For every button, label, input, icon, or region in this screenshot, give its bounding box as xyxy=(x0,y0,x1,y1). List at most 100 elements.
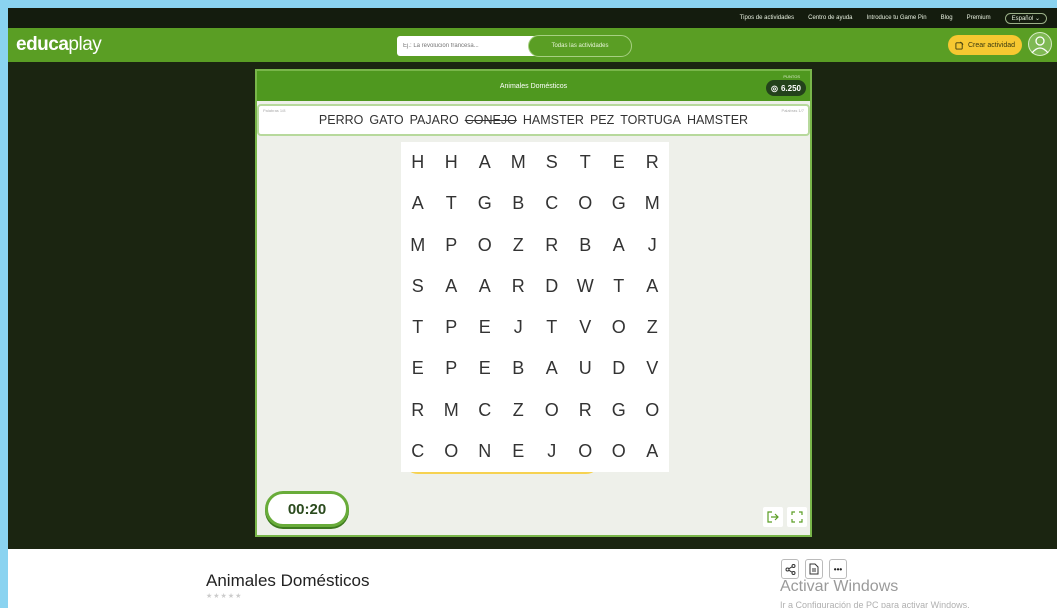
grid-cell[interactable]: H xyxy=(401,142,435,183)
grid-cell[interactable]: O xyxy=(535,390,569,431)
grid-cell[interactable]: M xyxy=(435,390,469,431)
grid-cell[interactable]: S xyxy=(401,266,435,307)
user-avatar[interactable] xyxy=(1028,32,1052,56)
grid-cell[interactable]: C xyxy=(401,431,435,472)
topbar-link-premium[interactable]: Premium xyxy=(967,15,991,21)
grid-cell[interactable]: P xyxy=(435,348,469,389)
grid-cell[interactable]: D xyxy=(535,266,569,307)
grid-cell[interactable]: T xyxy=(401,307,435,348)
grid-cell[interactable]: O xyxy=(435,431,469,472)
word-item: GATO xyxy=(369,113,404,127)
grid-cell[interactable]: U xyxy=(569,348,603,389)
grid-cell[interactable]: Z xyxy=(636,307,670,348)
search-input[interactable] xyxy=(403,43,543,49)
grid-cell[interactable]: S xyxy=(535,142,569,183)
grid-cell[interactable]: A xyxy=(636,431,670,472)
grid-cell[interactable]: C xyxy=(468,390,502,431)
topbar-link-activity-types[interactable]: Tipos de actividades xyxy=(740,15,794,21)
exit-button[interactable] xyxy=(763,507,783,527)
grid-cell[interactable]: T xyxy=(569,142,603,183)
grid-cell[interactable]: O xyxy=(468,225,502,266)
grid-cell[interactable]: M xyxy=(636,183,670,224)
grid-cell[interactable]: T xyxy=(435,183,469,224)
topbar-link-game-pin[interactable]: Introduce tu Game Pin xyxy=(867,15,927,21)
document-button[interactable] xyxy=(805,559,823,579)
language-select[interactable]: Español ⌄ xyxy=(1004,12,1047,24)
grid-cell[interactable]: R xyxy=(636,142,670,183)
grid-cell[interactable]: A xyxy=(435,266,469,307)
grid-cell[interactable]: E xyxy=(602,142,636,183)
grid-cell[interactable]: J xyxy=(502,307,536,348)
grid-cell[interactable]: G xyxy=(602,183,636,224)
windows-activation-title: Activar Windows xyxy=(780,578,899,595)
grid-cell[interactable]: C xyxy=(535,183,569,224)
grid-cell[interactable]: O xyxy=(569,431,603,472)
grid-cell[interactable]: V xyxy=(636,348,670,389)
grid-cell[interactable]: R xyxy=(569,390,603,431)
grid-cell[interactable]: B xyxy=(569,225,603,266)
grid-cell[interactable]: N xyxy=(468,431,502,472)
educaplay-logo[interactable]: educaplay xyxy=(16,34,102,56)
grid-cell[interactable]: P xyxy=(435,225,469,266)
top-utility-bar: Tipos de actividades Centro de ayuda Int… xyxy=(8,8,1057,28)
grid-cell[interactable]: D xyxy=(602,348,636,389)
coin-icon: ◎ xyxy=(770,83,778,93)
grid-cell[interactable]: G xyxy=(602,390,636,431)
more-options-button[interactable]: ••• xyxy=(829,559,847,579)
game-title: Animales Domésticos xyxy=(499,82,568,90)
fullscreen-button[interactable] xyxy=(787,507,807,527)
grid-cell[interactable]: Z xyxy=(502,225,536,266)
grid-cell[interactable]: H xyxy=(435,142,469,183)
topbar-link-help-center[interactable]: Centro de ayuda xyxy=(808,15,852,21)
word-item: PEZ xyxy=(589,113,615,127)
grid-cell[interactable]: A xyxy=(401,183,435,224)
grid-cell[interactable]: P xyxy=(435,307,469,348)
grid-cell[interactable]: O xyxy=(636,390,670,431)
app-window: Tipos de actividades Centro de ayuda Int… xyxy=(8,8,1057,608)
grid-cell[interactable]: E xyxy=(468,307,502,348)
game-header: Animales Domésticos PUNTOS ◎ 6.250 xyxy=(257,71,810,101)
word-item: HAMSTER xyxy=(686,113,749,127)
grid-cell[interactable]: T xyxy=(535,307,569,348)
grid-cell[interactable]: B xyxy=(502,183,536,224)
grid-cell[interactable]: A xyxy=(602,225,636,266)
word-list: Palabras 1/8 PERRO GATO PAJARO CONEJO HA… xyxy=(257,104,810,136)
letter-grid: H H A M S T E R A T G B C O G M M P O Z … xyxy=(401,142,669,472)
main-navbar: educaplay Todas las actividades Crear ac… xyxy=(8,28,1057,62)
grid-cell[interactable]: R xyxy=(401,390,435,431)
grid-cell[interactable]: V xyxy=(569,307,603,348)
share-icon xyxy=(785,563,795,575)
grid-cell[interactable]: B xyxy=(502,348,536,389)
grid-cell[interactable]: A xyxy=(468,142,502,183)
create-activity-button[interactable]: Crear actividad xyxy=(948,35,1022,55)
grid-cell[interactable]: O xyxy=(569,183,603,224)
create-activity-label: Crear actividad xyxy=(967,41,1016,49)
grid-cell[interactable]: J xyxy=(535,431,569,472)
score-value: 6.250 xyxy=(780,83,801,93)
grid-cell[interactable]: M xyxy=(502,142,536,183)
grid-cell[interactable]: W xyxy=(569,266,603,307)
grid-cell[interactable]: O xyxy=(602,431,636,472)
grid-cell[interactable]: M xyxy=(401,225,435,266)
all-activities-button[interactable]: Todas las actividades xyxy=(528,35,632,57)
language-label: Español xyxy=(1011,15,1034,22)
grid-cell[interactable]: T xyxy=(602,266,636,307)
grid-cell[interactable]: J xyxy=(636,225,670,266)
score-badge: ◎ 6.250 xyxy=(765,80,806,96)
share-button[interactable] xyxy=(781,559,799,579)
grid-cell[interactable]: O xyxy=(602,307,636,348)
rating-stars[interactable]: ★★★★★ xyxy=(206,592,242,600)
grid-cell[interactable]: A xyxy=(636,266,670,307)
grid-cell[interactable]: E xyxy=(401,348,435,389)
grid-cell[interactable]: E xyxy=(468,348,502,389)
grid-cell[interactable]: A xyxy=(535,348,569,389)
topbar-link-blog[interactable]: Blog xyxy=(941,15,953,21)
grid-cell[interactable]: R xyxy=(502,266,536,307)
grid-cell[interactable]: R xyxy=(535,225,569,266)
word-item: TORTUGA xyxy=(620,113,681,127)
grid-cell[interactable]: Z xyxy=(502,390,536,431)
document-icon xyxy=(809,563,819,575)
grid-cell[interactable]: G xyxy=(468,183,502,224)
grid-cell[interactable]: E xyxy=(502,431,536,472)
grid-cell[interactable]: A xyxy=(468,266,502,307)
